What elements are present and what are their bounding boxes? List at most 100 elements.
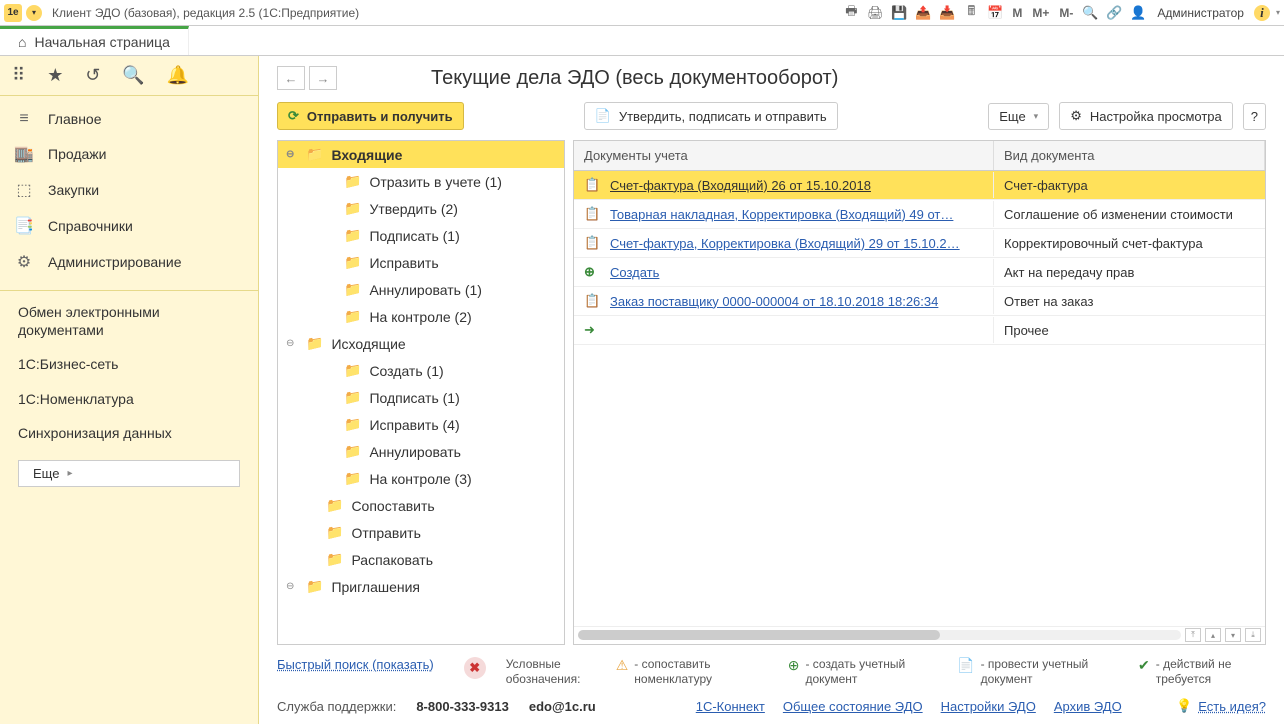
tool-export-icon[interactable]: 📤 [914, 4, 932, 22]
grid-col-documents[interactable]: Документы учета [574, 141, 994, 170]
tree-node-7[interactable]: ⊖📁Исходящие [278, 330, 564, 357]
tree-twist-icon[interactable]: ⊖ [286, 338, 298, 349]
tree-node-12[interactable]: 📁На контроле (3) [278, 465, 564, 492]
tree-node-14[interactable]: 📁Отправить [278, 519, 564, 546]
tree-node-9[interactable]: 📁Подписать (1) [278, 384, 564, 411]
tool-zoom-icon[interactable]: 🔍 [1081, 4, 1099, 22]
idea-link[interactable]: Есть идея? [1198, 699, 1266, 714]
apps-icon[interactable]: ⠿ [12, 65, 25, 86]
more-button[interactable]: Еще ▾ [988, 103, 1049, 130]
scroll-thumb[interactable] [578, 630, 940, 640]
grid-row-0[interactable]: 📋Счет-фактура (Входящий) 26 от 15.10.201… [574, 171, 1265, 200]
folder-icon: 📁 [306, 146, 323, 163]
tool-save-icon[interactable]: 💾 [890, 4, 908, 22]
grid-row-link[interactable]: Создать [610, 265, 659, 280]
tool-memory-mminus[interactable]: M- [1057, 4, 1075, 22]
footer-link-3[interactable]: Архив ЭДО [1054, 699, 1122, 714]
sidebar-link-2[interactable]: 1С:Номенклатура [0, 382, 258, 416]
tool-memory-mplus[interactable]: M+ [1030, 4, 1051, 22]
tool-link-icon[interactable]: 🔗 [1105, 4, 1123, 22]
tool-import-icon[interactable]: 📥 [938, 4, 956, 22]
footer-link-1[interactable]: Общее состояние ЭДО [783, 699, 923, 714]
info-dropdown[interactable]: ▾ [1276, 8, 1280, 17]
tree-node-10[interactable]: 📁Исправить (4) [278, 411, 564, 438]
tree-node-label: Исходящие [331, 336, 405, 352]
grid-col-type[interactable]: Вид документа [994, 141, 1265, 170]
grid-scrollbar[interactable]: ⤒ ▴ ▾ ⤓ [574, 626, 1265, 644]
tree-twist-icon[interactable]: ⊖ [286, 581, 298, 592]
sidebar-link-1[interactable]: 1С:Бизнес-сеть [0, 347, 258, 381]
tree-node-0[interactable]: ⊖📁Входящие [278, 141, 564, 168]
tree-node-5[interactable]: 📁Аннулировать (1) [278, 276, 564, 303]
help-button[interactable]: ? [1243, 103, 1266, 130]
approve-sign-send-button[interactable]: 📄 Утвердить, подписать и отправить [584, 102, 838, 130]
tree-node-6[interactable]: 📁На контроле (2) [278, 303, 564, 330]
view-settings-button[interactable]: ⚙ Настройка просмотра [1059, 102, 1233, 130]
tree-node-3[interactable]: 📁Подписать (1) [278, 222, 564, 249]
sidebar-link-0[interactable]: Обмен электронными документами [0, 295, 258, 347]
history-icon[interactable]: ↺ [85, 65, 100, 86]
sidebar-item-label: Главное [48, 111, 102, 127]
nav-forward-button[interactable]: → [309, 66, 337, 90]
grid-row-4[interactable]: 📋Заказ поставщику 0000-000004 от 18.10.2… [574, 287, 1265, 316]
nav-back-button[interactable]: ← [277, 66, 305, 90]
scroll-track[interactable] [578, 630, 1181, 640]
tool-print-icon[interactable]: 🖶 [842, 4, 860, 22]
stop-icon[interactable]: ✖ [464, 657, 486, 679]
sidebar-item-3[interactable]: 📑Справочники [0, 208, 258, 244]
app-menu-dropdown[interactable]: ▾ [26, 5, 42, 21]
user-name[interactable]: Администратор [1153, 6, 1248, 20]
send-receive-button[interactable]: ⟳ Отправить и получить [277, 102, 464, 130]
search-icon[interactable]: 🔍 [122, 65, 144, 86]
document-send-icon: 📄 [595, 108, 611, 124]
tree-node-2[interactable]: 📁Утвердить (2) [278, 195, 564, 222]
tree-node-13[interactable]: 📁Сопоставить [278, 492, 564, 519]
tree-node-label: Исправить [369, 255, 438, 271]
grid-row-2[interactable]: 📋Счет-фактура, Корректировка (Входящий) … [574, 229, 1265, 258]
quick-search-link[interactable]: Быстрый поиск (показать) [277, 657, 434, 672]
sidebar-item-4[interactable]: ⚙Администрирование [0, 244, 258, 280]
tree-node-1[interactable]: 📁Отразить в учете (1) [278, 168, 564, 195]
scroll-bottom-icon[interactable]: ⤓ [1245, 628, 1261, 642]
grid-row-link[interactable]: Товарная накладная, Корректировка (Входя… [610, 207, 953, 222]
row-status-icon: ➜ [584, 322, 600, 338]
tool-calendar-icon[interactable]: 📅 [986, 4, 1004, 22]
footer-link-2[interactable]: Настройки ЭДО [941, 699, 1036, 714]
sidebar-more-button[interactable]: Еще ▸ [18, 460, 240, 487]
tree-node-8[interactable]: 📁Создать (1) [278, 357, 564, 384]
tree-node-16[interactable]: ⊖📁Приглашения [278, 573, 564, 600]
tool-printer-icon[interactable]: 🖨 [866, 4, 884, 22]
tree-node-11[interactable]: 📁Аннулировать [278, 438, 564, 465]
footer-link-0[interactable]: 1С-Коннект [696, 699, 765, 714]
sidebar-item-1[interactable]: 🏬Продажи [0, 136, 258, 172]
grid-row-type: Счет-фактура [994, 173, 1265, 198]
tree-node-label: Сопоставить [351, 498, 434, 514]
info-icon[interactable]: i [1254, 5, 1270, 21]
grid-row-link[interactable]: Заказ поставщику 0000-000004 от 18.10.20… [610, 294, 938, 309]
grid-row-link[interactable]: Счет-фактура (Входящий) 26 от 15.10.2018 [610, 178, 871, 193]
sidebar-item-label: Закупки [48, 182, 99, 198]
folder-tree[interactable]: ⊖📁Входящие📁Отразить в учете (1)📁Утвердит… [277, 140, 565, 645]
tree-node-label: Подписать (1) [369, 228, 459, 244]
tree-node-4[interactable]: 📁Исправить [278, 249, 564, 276]
tree-node-15[interactable]: 📁Распаковать [278, 546, 564, 573]
sidebar-item-0[interactable]: ≡Главное [0, 102, 258, 136]
grid-row-3[interactable]: ⊕СоздатьАкт на передачу прав [574, 258, 1265, 287]
scroll-up-icon[interactable]: ▴ [1205, 628, 1221, 642]
tool-calc-icon[interactable]: 🖩 [962, 4, 980, 22]
sidebar-item-2[interactable]: ⬚Закупки [0, 172, 258, 208]
tool-memory-m[interactable]: M [1010, 4, 1024, 22]
scroll-down-icon[interactable]: ▾ [1225, 628, 1241, 642]
tab-home[interactable]: ⌂ Начальная страница [0, 26, 189, 55]
scroll-top-icon[interactable]: ⤒ [1185, 628, 1201, 642]
sidebar-link-3[interactable]: Синхронизация данных [0, 416, 258, 450]
grid-row-link[interactable]: Счет-фактура, Корректировка (Входящий) 2… [610, 236, 960, 251]
user-icon[interactable]: 👤 [1129, 4, 1147, 22]
view-settings-label: Настройка просмотра [1090, 109, 1222, 124]
tree-twist-icon[interactable]: ⊖ [286, 149, 298, 160]
row-status-icon: ⊕ [584, 264, 600, 280]
grid-row-1[interactable]: 📋Товарная накладная, Корректировка (Вход… [574, 200, 1265, 229]
grid-row-5[interactable]: ➜Прочее [574, 316, 1265, 345]
star-icon[interactable]: ★ [47, 65, 63, 86]
bell-icon[interactable]: 🔔 [167, 65, 189, 86]
